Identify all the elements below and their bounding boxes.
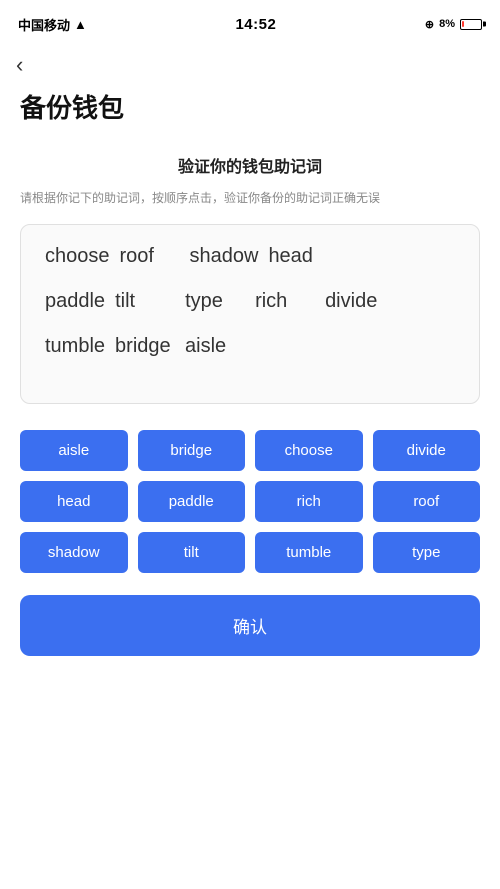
word-btn-rich[interactable]: rich [255, 481, 363, 522]
word-btn-bridge[interactable]: bridge [138, 430, 246, 471]
confirm-area: 确认 [0, 573, 500, 686]
status-right: ⊕ 8% [425, 18, 482, 31]
word-display-box: choose roof shadow head paddle tilt type… [20, 224, 480, 404]
word-slot-bridge: bridge [115, 335, 175, 358]
word-slot-tilt: tilt [115, 290, 175, 313]
word-slot-tumble: tumble [45, 335, 105, 358]
status-time: 14:52 [235, 16, 276, 33]
word-btn-type[interactable]: type [373, 532, 481, 573]
section-desc: 请根据你记下的助记词，按顺序点击，验证你备份的助记词正确无误 [0, 189, 500, 208]
battery-icon-container [460, 19, 482, 30]
word-btn-shadow[interactable]: shadow [20, 532, 128, 573]
back-button[interactable]: ‹ [0, 44, 39, 78]
battery-fill [462, 21, 463, 27]
word-btn-roof[interactable]: roof [373, 481, 481, 522]
word-slot-choose: choose [45, 245, 110, 268]
word-btn-paddle[interactable]: paddle [138, 481, 246, 522]
word-row-2: paddle tilt type rich divide [45, 290, 463, 313]
word-slot-roof: roof [120, 245, 180, 268]
word-buttons-area: aisle bridge choose divide head paddle r… [0, 420, 500, 573]
word-slot-head: head [268, 245, 328, 268]
word-btn-divide[interactable]: divide [373, 430, 481, 471]
word-row-3: tumble bridge aisle [45, 335, 463, 358]
section-title-area: 验证你的钱包助记词 [0, 125, 500, 183]
word-btn-tilt[interactable]: tilt [138, 532, 246, 573]
confirm-button[interactable]: 确认 [20, 595, 480, 656]
status-bar: 中国移动 ▲ 14:52 ⊕ 8% [0, 0, 500, 44]
section-title: 验证你的钱包助记词 [20, 153, 480, 177]
word-slot-aisle: aisle [185, 335, 245, 358]
battery-icon [460, 19, 482, 30]
word-btn-aisle[interactable]: aisle [20, 430, 128, 471]
location-icon: ⊕ [425, 18, 434, 31]
battery-percent: 8% [439, 18, 455, 30]
wifi-icon: ▲ [74, 17, 87, 32]
word-slot-paddle: paddle [45, 290, 105, 313]
word-buttons-grid: aisle bridge choose divide head paddle r… [20, 430, 480, 573]
carrier-text: 中国移动 [18, 15, 70, 34]
word-slot-shadow: shadow [190, 245, 259, 268]
word-slot-rich: rich [255, 290, 315, 313]
status-left: 中国移动 ▲ [18, 15, 87, 34]
page-title: 备份钱包 [0, 78, 500, 125]
word-slot-divide: divide [325, 290, 385, 313]
word-slot-type: type [185, 290, 245, 313]
word-btn-choose[interactable]: choose [255, 430, 363, 471]
word-row-1: choose roof shadow head [45, 245, 463, 268]
word-btn-head[interactable]: head [20, 481, 128, 522]
word-btn-tumble[interactable]: tumble [255, 532, 363, 573]
